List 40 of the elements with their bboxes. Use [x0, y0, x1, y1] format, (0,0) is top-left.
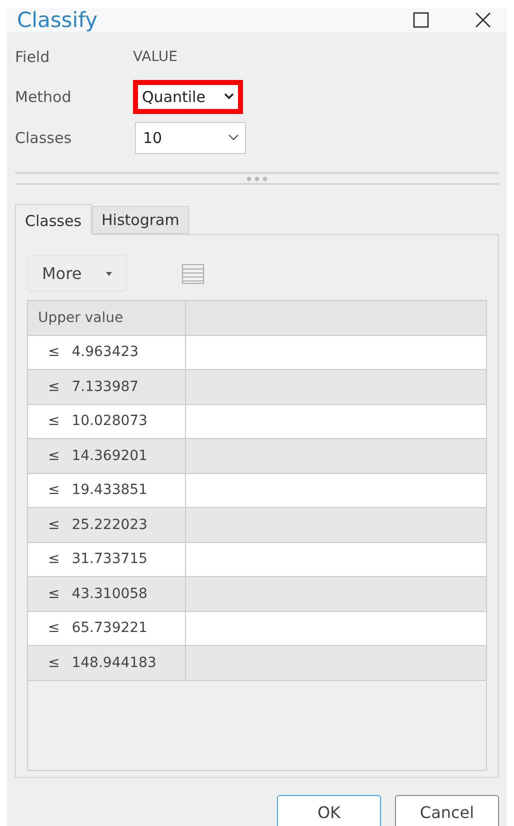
caret-icon: [106, 272, 112, 276]
window-title: Classify: [17, 8, 98, 32]
chevron-icon: [228, 134, 239, 141]
operator-symbol: ≤: [48, 516, 60, 533]
operator-symbol: ≤: [48, 620, 60, 636]
operator-symbol: ≤: [48, 344, 60, 360]
table-cell: 148.944183: [72, 654, 156, 671]
method-dropdown[interactable]: Quantile: [138, 84, 238, 108]
close-icon[interactable]: [475, 12, 491, 28]
tab[interactable]: Classes: [15, 204, 92, 235]
table-cell: 19.433851: [72, 482, 148, 498]
more-button[interactable]: More: [27, 255, 127, 292]
operator-symbol: ≤: [48, 448, 60, 464]
table-cell: 14.369201: [72, 448, 148, 464]
table-cell: 31.733715: [72, 551, 148, 568]
classes-dropdown[interactable]: 10: [135, 122, 246, 154]
tab[interactable]: Histogram: [92, 206, 190, 234]
table-cell: 25.222023: [72, 516, 148, 533]
operator-symbol: ≤: [48, 654, 60, 671]
grip-icon: [245, 176, 269, 182]
table-cell: 65.739221: [72, 620, 148, 636]
field-label: Field: [15, 48, 51, 66]
table-cell: 7.133987: [72, 378, 139, 395]
dialog-button[interactable]: Cancel: [395, 795, 499, 826]
method-label: Method: [15, 88, 72, 106]
operator-symbol: ≤: [48, 551, 60, 568]
operator-symbol: ≤: [48, 378, 60, 395]
dialog-button[interactable]: OK: [277, 795, 381, 826]
field-value: VALUE: [133, 49, 178, 65]
classes-label: Classes: [15, 128, 73, 146]
splitter-handle[interactable]: [15, 172, 499, 185]
column-header: Upper value: [28, 301, 186, 334]
table-cell: 4.963423: [72, 344, 139, 360]
table-cell: 10.028073: [72, 413, 148, 430]
operator-symbol: ≤: [48, 586, 60, 602]
maximize-icon[interactable]: [413, 12, 429, 28]
operator-symbol: ≤: [48, 482, 60, 498]
chevron-icon: [224, 93, 234, 100]
table-cell: 43.310058: [72, 586, 148, 602]
operator-symbol: ≤: [48, 413, 60, 430]
